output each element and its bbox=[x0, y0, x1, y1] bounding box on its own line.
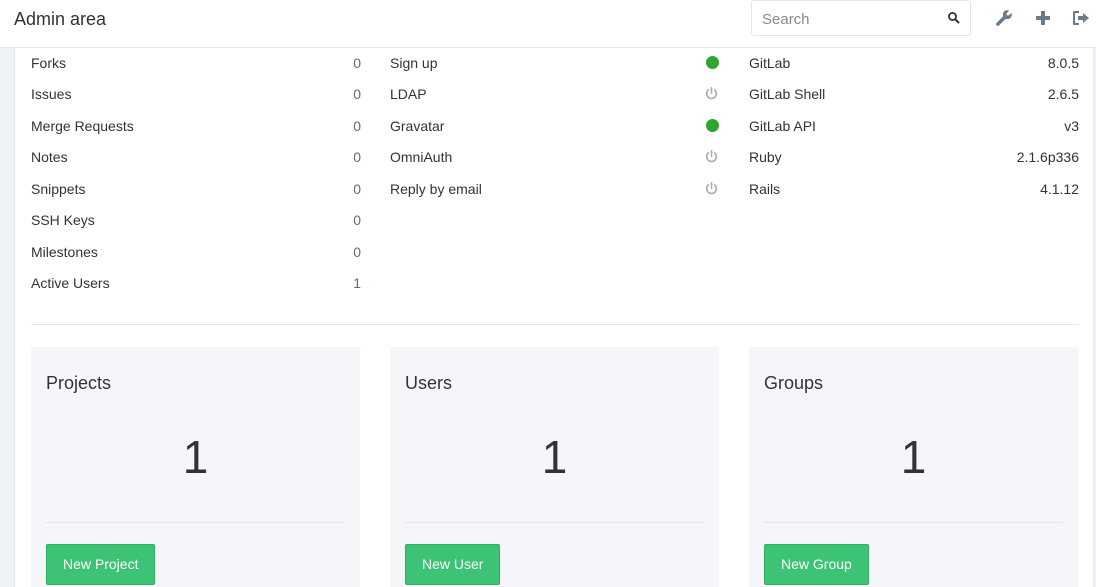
feature-row-gravatar: Gravatar bbox=[390, 116, 719, 136]
component-row-gitlab-api: GitLab API v3 bbox=[749, 116, 1079, 136]
feature-row-ldap: LDAP bbox=[390, 84, 719, 104]
stat-label: Snippets bbox=[31, 181, 86, 197]
stat-label: Issues bbox=[31, 86, 72, 102]
groups-count: 1 bbox=[900, 431, 927, 483]
stat-value: 1 bbox=[353, 275, 361, 291]
admin-dashboard: Forks 0 Issues 0 Merge Requests 0 Notes … bbox=[14, 48, 1094, 587]
component-version: 4.1.12 bbox=[1040, 181, 1079, 197]
stat-value: 0 bbox=[353, 212, 361, 228]
new-project-button[interactable]: New Project bbox=[46, 544, 156, 585]
stat-row-notes: Notes 0 bbox=[31, 147, 361, 167]
stat-label: Active Users bbox=[31, 275, 110, 291]
page-title: Admin area bbox=[14, 9, 107, 29]
plus-icon[interactable] bbox=[1033, 8, 1053, 28]
component-label: Ruby bbox=[749, 149, 782, 165]
stat-row-issues: Issues 0 bbox=[31, 84, 361, 104]
stat-label: Notes bbox=[31, 149, 68, 165]
feature-label: LDAP bbox=[390, 86, 427, 102]
feature-label: Reply by email bbox=[390, 181, 482, 197]
section-divider bbox=[31, 324, 1079, 325]
panel-divider bbox=[46, 522, 345, 523]
sign-out-icon[interactable] bbox=[1071, 8, 1091, 28]
panel-title: Projects bbox=[46, 373, 112, 393]
stat-value: 0 bbox=[353, 149, 361, 165]
feature-row-omniauth: OmniAuth bbox=[390, 147, 719, 167]
enabled-status-icon bbox=[706, 119, 719, 132]
panel-title: Users bbox=[405, 373, 453, 393]
component-label: GitLab bbox=[749, 55, 791, 71]
panel-divider bbox=[764, 522, 1063, 523]
search-input[interactable] bbox=[762, 9, 942, 29]
component-label: GitLab API bbox=[749, 118, 816, 134]
stat-row-ssh-keys: SSH Keys 0 bbox=[31, 210, 361, 230]
stat-row-snippets: Snippets 0 bbox=[31, 179, 361, 199]
stat-value: 0 bbox=[353, 55, 361, 71]
panel-divider bbox=[405, 522, 704, 523]
projects-count: 1 bbox=[182, 431, 209, 483]
stat-value: 0 bbox=[353, 86, 361, 102]
stat-row-forks: Forks 0 bbox=[31, 53, 361, 73]
users-panel: Users 1 New User bbox=[390, 347, 719, 587]
power-off-icon bbox=[705, 181, 718, 195]
component-row-gitlab-shell: GitLab Shell 2.6.5 bbox=[749, 84, 1079, 104]
stat-row-active-users: Active Users 1 bbox=[31, 273, 361, 293]
stat-row-merge-requests: Merge Requests 0 bbox=[31, 116, 361, 136]
feature-label: Sign up bbox=[390, 55, 438, 71]
wrench-icon[interactable] bbox=[994, 8, 1014, 28]
search-box[interactable] bbox=[751, 0, 971, 36]
component-row-rails: Rails 4.1.12 bbox=[749, 179, 1079, 199]
new-user-button[interactable]: New User bbox=[405, 544, 501, 585]
component-version: 8.0.5 bbox=[1047, 55, 1079, 71]
stat-label: Merge Requests bbox=[31, 118, 134, 134]
component-label: GitLab Shell bbox=[749, 86, 826, 102]
component-version: 2.6.5 bbox=[1047, 86, 1079, 102]
groups-panel: Groups 1 New Group bbox=[749, 347, 1078, 587]
feature-row-sign-up: Sign up bbox=[390, 53, 719, 73]
stat-label: SSH Keys bbox=[31, 212, 95, 228]
feature-label: OmniAuth bbox=[390, 149, 453, 165]
users-count: 1 bbox=[541, 431, 568, 483]
panel-title: Groups bbox=[764, 373, 824, 393]
search-icon[interactable] bbox=[947, 11, 961, 25]
component-row-gitlab: GitLab 8.0.5 bbox=[749, 53, 1079, 73]
stat-label: Forks bbox=[31, 55, 66, 71]
new-group-button[interactable]: New Group bbox=[764, 544, 869, 585]
component-row-ruby: Ruby 2.1.6p336 bbox=[749, 147, 1079, 167]
component-version: 2.1.6p336 bbox=[1016, 149, 1079, 165]
stat-value: 0 bbox=[353, 244, 361, 260]
power-off-icon bbox=[705, 149, 718, 163]
stat-value: 0 bbox=[353, 118, 361, 134]
stat-value: 0 bbox=[353, 181, 361, 197]
power-off-icon bbox=[705, 86, 718, 100]
stat-row-milestones: Milestones 0 bbox=[31, 242, 361, 262]
component-version: v3 bbox=[1064, 118, 1079, 134]
feature-label: Gravatar bbox=[390, 118, 445, 134]
top-header: Admin area bbox=[0, 0, 1096, 48]
feature-row-reply-by-email: Reply by email bbox=[390, 179, 719, 199]
stat-label: Milestones bbox=[31, 244, 98, 260]
enabled-status-icon bbox=[706, 56, 719, 69]
projects-panel: Projects 1 New Project bbox=[31, 347, 360, 587]
component-label: Rails bbox=[749, 181, 781, 197]
